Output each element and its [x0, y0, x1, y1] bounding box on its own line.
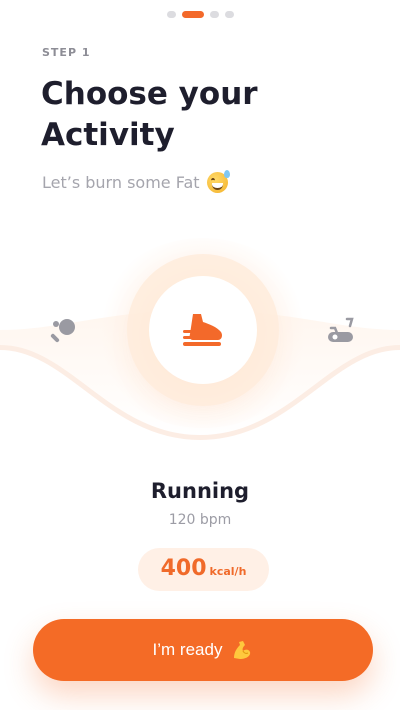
- page-title: Choose your Activity: [41, 76, 258, 153]
- activity-name: Running: [150, 479, 250, 503]
- exercise-bike-option[interactable]: [325, 316, 355, 346]
- step-label: STEP 1: [42, 46, 91, 59]
- flexed-biceps-icon: [234, 641, 251, 659]
- page-dot[interactable]: [209, 11, 219, 18]
- subtitle-text: Let’s burn some Fat: [42, 173, 200, 192]
- kcal-unit: kcal/h: [209, 565, 247, 578]
- page-dot[interactable]: [224, 11, 234, 18]
- ready-button-label: I’m ready: [152, 640, 223, 659]
- calorie-badge: 400 kcal/h: [138, 548, 269, 591]
- page-dot-active[interactable]: [181, 11, 204, 18]
- page-indicator: [0, 11, 400, 18]
- page-dot[interactable]: [166, 11, 176, 18]
- sweat-smile-emoji-icon: [206, 170, 230, 193]
- running-shoe-icon: [183, 314, 222, 346]
- kcal-value: 400: [160, 556, 207, 581]
- activity-bpm: 120 bpm: [168, 512, 232, 528]
- ping-pong-option[interactable]: [49, 316, 79, 346]
- ping-pong-icon: [50, 319, 75, 343]
- subtitle: Let’s burn some Fat: [42, 170, 230, 193]
- running-option-selected[interactable]: [149, 276, 257, 384]
- exercise-bike-icon: [328, 317, 354, 342]
- ready-button[interactable]: I’m ready: [33, 619, 373, 681]
